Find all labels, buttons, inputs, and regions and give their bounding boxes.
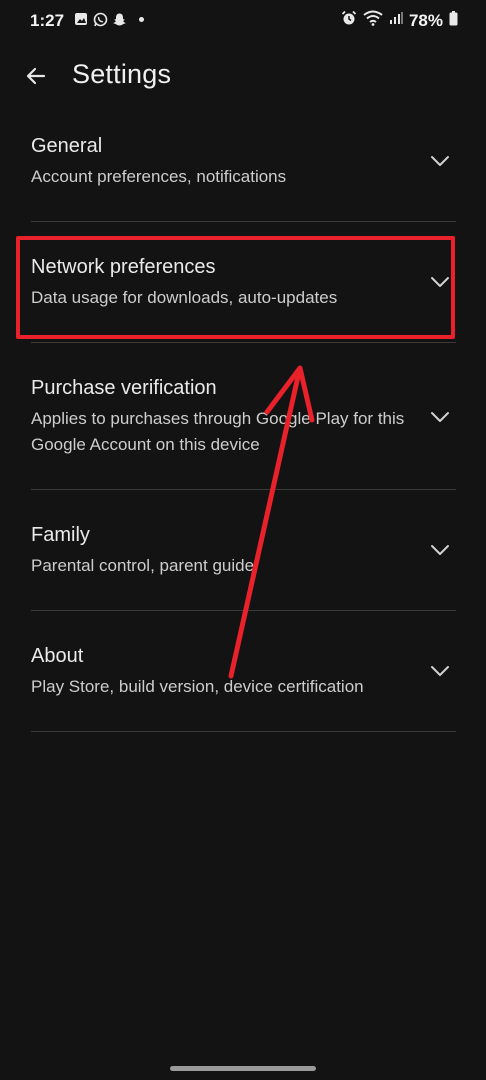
divider [31, 731, 456, 732]
system-status: 78% [341, 10, 458, 31]
settings-item-subtitle: Account preferences, notifications [31, 167, 287, 186]
divider [31, 489, 456, 490]
battery-icon [449, 10, 458, 31]
wifi-icon [363, 10, 383, 31]
arrow-left-icon [26, 67, 46, 85]
status-bar: 1:27 78% [0, 0, 486, 42]
chevron-down-icon [431, 545, 449, 555]
settings-item-about[interactable]: About Play Store, build version, device … [0, 632, 486, 732]
divider [31, 610, 456, 611]
settings-item-purchase-verification[interactable]: Purchase verification Applies to purchas… [0, 364, 486, 489]
home-indicator[interactable] [170, 1066, 316, 1071]
settings-item-general[interactable]: General Account preferences, notificatio… [0, 122, 486, 222]
app-bar: Settings [0, 50, 486, 102]
chevron-down-icon [431, 412, 449, 422]
back-button[interactable] [18, 58, 54, 94]
settings-item-title: About [31, 645, 84, 667]
battery-percentage: 78% [408, 10, 443, 30]
annotation-highlight-box [16, 236, 455, 339]
status-time: 1:27 [30, 11, 65, 30]
whatsapp-icon [93, 12, 108, 27]
divider [31, 342, 456, 343]
signal-icon [389, 11, 403, 30]
settings-screen: 1:27 78% Settings General Account prefer… [0, 0, 486, 1080]
page-title: Settings [72, 59, 172, 89]
gallery-icon [74, 12, 88, 26]
alarm-icon [341, 10, 357, 31]
settings-item-title: General [31, 135, 103, 157]
settings-item-subtitle: Parental control, parent guide [31, 556, 255, 575]
snapchat-icon [112, 12, 126, 26]
more-notifications-dot [139, 16, 144, 22]
chevron-down-icon [431, 666, 449, 676]
chevron-down-icon [431, 156, 449, 166]
settings-item-subtitle: Applies to purchases through Google Play… [31, 409, 405, 454]
notification-icons [74, 12, 144, 27]
settings-item-family[interactable]: Family Parental control, parent guide [0, 511, 486, 611]
settings-item-title: Family [31, 524, 90, 546]
settings-item-subtitle: Play Store, build version, device certif… [31, 677, 364, 696]
divider [31, 221, 456, 222]
settings-item-title: Purchase verification [31, 377, 217, 399]
